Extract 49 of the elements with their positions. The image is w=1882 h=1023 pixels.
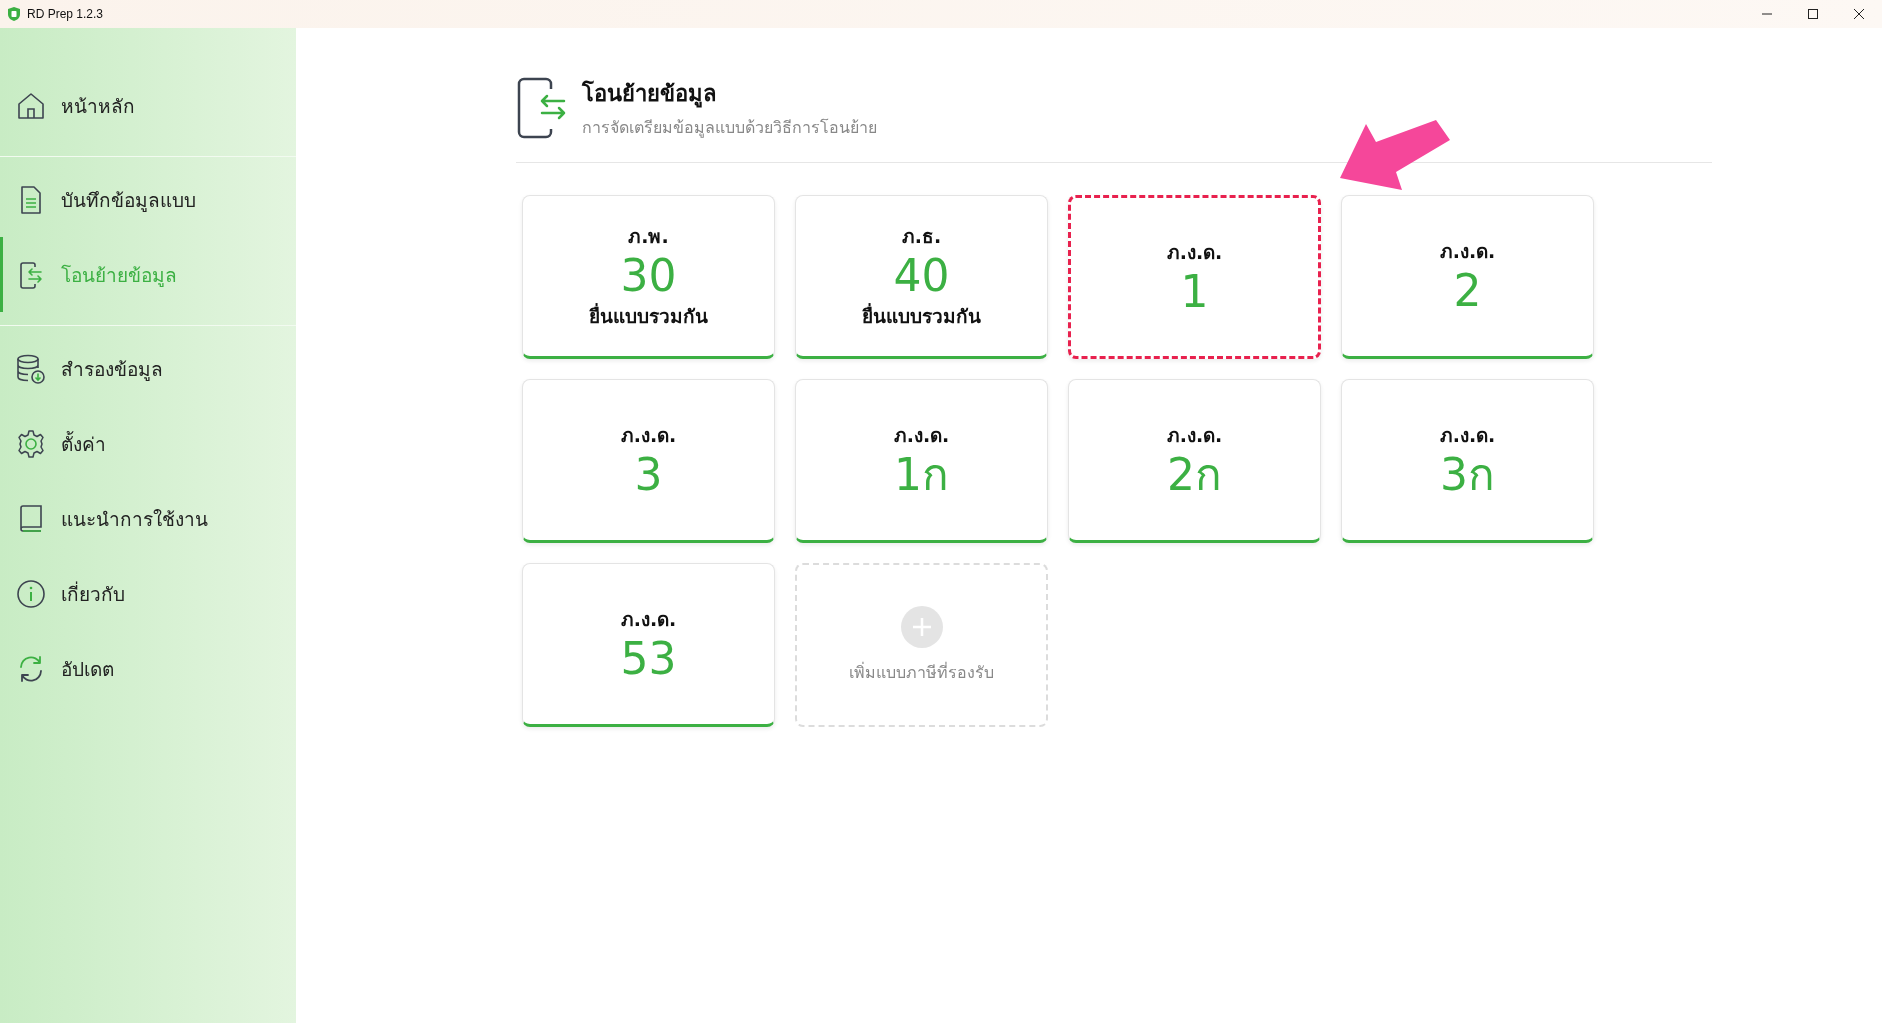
form-note: ยื่นแบบรวมกัน <box>589 302 708 330</box>
form-label: ภ.ง.ด. <box>1166 422 1223 448</box>
page-subtitle: การจัดเตรียมข้อมูลแบบด้วยวิธีการโอนย้าย <box>582 117 877 140</box>
database-icon <box>15 352 47 385</box>
form-label: ภ.พ. <box>628 223 669 249</box>
close-icon <box>1853 8 1865 20</box>
form-label: ภ.ง.ด. <box>620 606 677 632</box>
form-card[interactable]: ภ.ง.ด. 2 <box>1341 195 1594 359</box>
form-card[interactable]: ภ.ง.ด. 53 <box>522 563 775 727</box>
form-card[interactable]: ภ.ง.ด. 3 <box>522 379 775 543</box>
info-icon <box>15 577 47 610</box>
form-card[interactable]: ภ.ธ. 40 ยื่นแบบรวมกัน <box>795 195 1048 359</box>
form-card[interactable]: ภ.ง.ด. 1 <box>1068 195 1321 359</box>
form-number: 40 <box>893 250 950 302</box>
form-number: 3ก <box>1440 449 1495 501</box>
transfer-icon <box>516 77 568 139</box>
sidebar-item[interactable]: หน้าหลัก <box>0 68 296 143</box>
form-card[interactable]: ภ.พ. 30 ยื่นแบบรวมกัน <box>522 195 775 359</box>
form-card[interactable]: ภ.ง.ด. 2ก <box>1068 379 1321 543</box>
form-number: 53 <box>620 633 677 685</box>
maximize-icon <box>1807 8 1819 20</box>
form-number: 2ก <box>1167 449 1222 501</box>
form-number: 30 <box>620 250 677 302</box>
form-label: ภ.ง.ด. <box>1439 238 1496 264</box>
sidebar-item[interactable]: เกี่ยวกับ <box>0 556 296 631</box>
form-card[interactable]: ภ.ง.ด. 3ก <box>1341 379 1594 543</box>
settings-icon <box>15 427 47 460</box>
plus-icon <box>900 605 943 648</box>
form-label: ภ.ง.ด. <box>1166 239 1223 265</box>
form-card[interactable]: ภ.ง.ด. 1ก <box>795 379 1048 543</box>
app-logo-icon <box>7 6 21 22</box>
page-title: โอนย้ายข้อมูล <box>582 79 717 110</box>
form-label: ภ.ธ. <box>901 223 942 249</box>
sidebar-item[interactable]: อัปเดต <box>0 631 296 706</box>
add-form-card[interactable]: เพิ่มแบบภาษีที่รองรับ <box>795 563 1048 727</box>
sidebar-item[interactable]: สำรองข้อมูล <box>0 331 296 406</box>
sidebar-item[interactable]: บันทึกข้อมูลแบบ <box>0 162 296 237</box>
form-number: 1ก <box>894 449 949 501</box>
form-label: ภ.ง.ด. <box>1439 422 1496 448</box>
form-label: ภ.ง.ด. <box>893 422 950 448</box>
sidebar-item[interactable]: แนะนำการใช้งาน <box>0 481 296 556</box>
form-number: 1 <box>1180 266 1209 318</box>
sidebar-item[interactable]: ตั้งค่า <box>0 406 296 481</box>
window-title: RD Prep 1.2.3 <box>27 7 104 21</box>
form-number: 2 <box>1453 265 1482 317</box>
form-note: ยื่นแบบรวมกัน <box>862 302 981 330</box>
form-number: 3 <box>634 449 663 501</box>
form-label: ภ.ง.ด. <box>620 422 677 448</box>
add-form-label: เพิ่มแบบภาษีที่รองรับ <box>849 661 994 684</box>
